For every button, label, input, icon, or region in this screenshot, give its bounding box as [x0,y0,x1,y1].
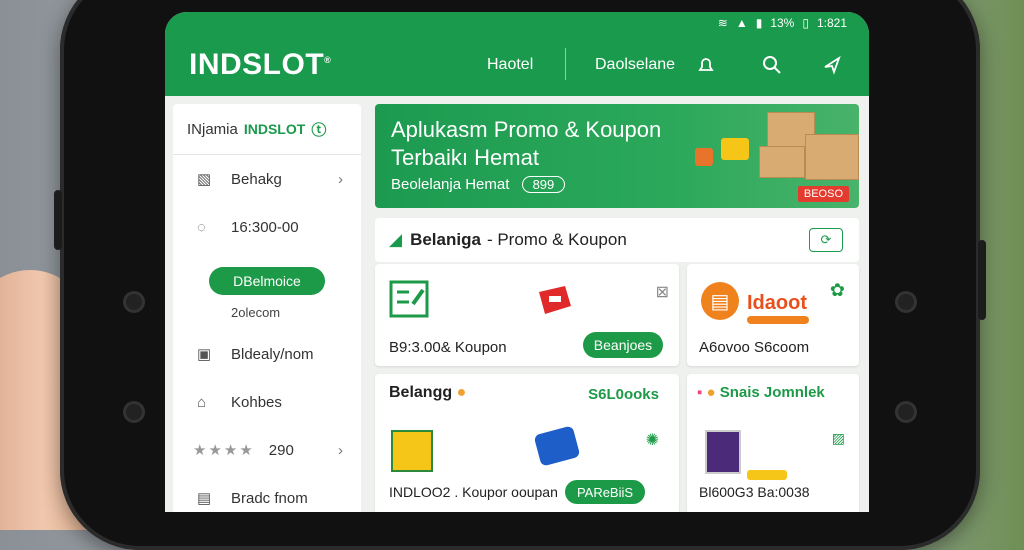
card-title: ▪ ● Snais Jomnlek [697,384,825,401]
sidebar-action-button[interactable]: DBelmoice [209,267,325,295]
list-icon: ▤ [197,490,212,507]
phone-side-button-right [978,240,986,320]
sidebar-item-label: Behakg [231,170,282,188]
phone-sensor [126,404,142,420]
section-title: Belaniga [410,230,481,249]
card-label: Bl600G3 Ba:0038 [699,484,810,500]
coupon-card-2[interactable]: ▤ Idaoot ✿ A6ovoo S6coom [687,264,859,366]
banner-subtitle: Beolelanja Hemat [391,176,510,193]
sidebar-item-shopping[interactable]: ▧ Behakg › [173,155,361,203]
banner-title: Aplukasm Promo & Koupon Terbaikı Hemat [391,116,661,172]
image-icon: ▨ [831,430,845,446]
sidebar-item-lock[interactable]: ⌂ Kohbes [173,378,361,426]
app-header: INDSLOT® Haotel Daolselane [165,34,869,96]
trademark-icon: ® [324,55,332,65]
card-brand: Idaoot [747,292,807,314]
phone-side-button [54,190,62,250]
signal-icon: ▲ [735,16,748,30]
product-box-icon [705,430,741,474]
banner-tag: BEOSO [797,186,849,202]
star-rating-icon: ★★★★ [193,442,255,459]
sidebar-item-time[interactable]: ◌ 16:300-00 [173,203,361,251]
leaf-icon: ◢ [389,230,403,249]
wifi-icon: ≋ [717,16,728,30]
sidebar-item-brand[interactable]: ▤ Bradc fnom [173,474,361,512]
clock-icon: ◌ [197,218,206,236]
app-logo-text: INDSLOT [189,48,325,81]
rating-value: 290 [268,441,294,459]
card-action-button[interactable]: PAReBiiS [565,480,645,504]
section-header: ◢ Belaniga - Promo & Koupon ⟳ [375,218,859,262]
product-can-icon [533,425,581,467]
phone-sensor [126,294,142,310]
fire-icon: ● [706,384,716,401]
nav-hotel[interactable]: Haotel [487,56,533,74]
card-title-text: Belangg [389,384,453,401]
chevron-right-icon: › [338,441,343,459]
sidebar-brand: INDSLOT [243,121,306,137]
coupon-card-3[interactable]: Belangg ● S6L0ooks ✺ INDLOO2 . Koupor oo… [375,374,679,512]
bell-icon[interactable] [693,52,719,78]
share-icon[interactable] [819,52,845,78]
receipt-icon [389,280,429,318]
lock-icon: ⌂ [197,393,207,411]
package-box-icon [805,134,859,180]
sidebar-item-daily[interactable]: ▣ Bldealy/nom [173,330,361,378]
battery-percent: 13% [770,16,795,30]
app-screen: ≋ ▲ ▮ 13% ▯ 1:821 INDSLOT® Haotel Daolse… [165,12,869,512]
product-pack-icon [721,138,749,160]
banner-code-badge: 899 [521,176,566,193]
banner-subtitle-row: Beolelanja Hemat 899 [391,176,566,193]
clock: 1:821 [816,16,847,30]
sidebar: INjamia INDSLOT ⓣ ▧ Behakg › ◌ 16:300-00… [173,104,361,512]
brand-underline [747,316,809,324]
sidebar-item-label: Bldealy/nom [231,345,314,363]
close-icon[interactable]: ⊠ [656,282,669,302]
product-bar-icon [747,470,787,480]
package-box-icon [759,146,805,178]
search-icon[interactable] [759,52,785,78]
promo-banner[interactable]: Aplukasm Promo & Koupon Terbaikı Hemat B… [375,104,859,208]
card-label: A6ovoo S6coom [699,339,810,356]
product-box-icon [391,430,433,472]
sidebar-brand-prefix: INjamia [187,120,238,138]
phone-sensor [898,404,914,420]
sidebar-item-label: 16:300-00 [231,218,299,236]
sidebar-item-label: Bradc fnom [231,489,308,507]
coin-icon: ▤ [701,282,739,320]
coupon-card-4[interactable]: ▪ ● Snais Jomnlek ▨ Bl600G3 Ba:0038 [687,374,859,512]
status-bar: ≋ ▲ ▮ 13% ▯ 1:821 [165,12,869,34]
card-title: Belangg ● [389,384,466,402]
banner-title-line1: Aplukasm Promo & Koupon [391,117,662,142]
header-divider [565,48,566,80]
notification-icon: ▯ [802,16,809,30]
sidebar-pill-subtitle: 2olecom [231,305,281,320]
ticket-icon [539,286,571,314]
card-label: INDLOO2 . Koupor ooupan [389,484,558,500]
gear-icon: ✿ [829,280,845,300]
phone-sensor [898,294,914,310]
square-icon: ▣ [197,346,212,363]
nav-download[interactable]: Daolselane [595,56,675,74]
sidebar-item-rating[interactable]: ★★★★ 290 › [173,426,361,474]
fire-icon: ● [456,384,467,401]
sidebar-item-label: Kohbes [231,393,282,411]
card-action-button[interactable]: Beanjoes [583,332,663,358]
tag-icon: ▪ [697,384,703,401]
app-logo[interactable]: INDSLOT® [189,48,331,82]
image-icon: ▧ [197,171,212,188]
chevron-right-icon: › [338,170,343,188]
refresh-icon[interactable]: ⟳ [809,228,843,252]
badge-icon: ✺ [645,432,659,449]
battery-icon: ▮ [755,16,763,30]
card-label: B9:3.00& Koupon [389,339,507,356]
brand-circle-icon: ⓣ [311,121,327,139]
banner-title-line2: Terbaikı Hemat [391,145,539,170]
sidebar-header: INjamia INDSLOT ⓣ [173,104,361,155]
coupon-card-1[interactable]: ⊠ B9:3.00& Koupon Beanjoes [375,264,679,366]
card-link[interactable]: S6L0ooks [588,386,659,403]
section-subtitle: - Promo & Koupon [486,230,627,249]
card-title-text: Snais Jomnlek [719,384,825,401]
product-pack-icon [695,148,713,166]
